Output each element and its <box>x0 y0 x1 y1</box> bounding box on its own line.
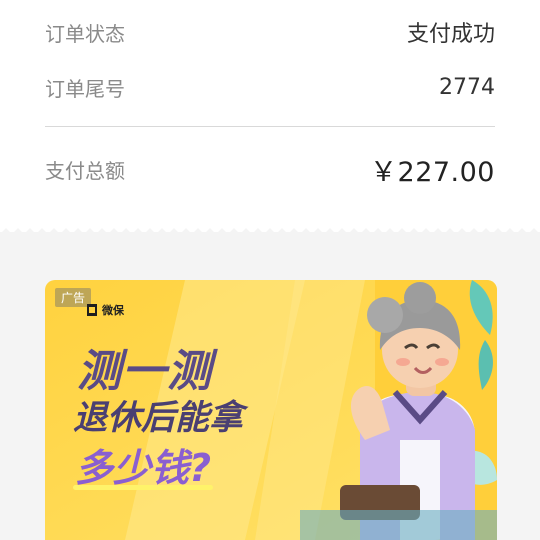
receipt-zigzag-edge <box>0 228 540 240</box>
ad-headline-3: 多少钱? <box>75 446 212 490</box>
order-info-card: 订单状态 支付成功 订单尾号 2774 支付总额 ￥227.00 <box>0 0 540 232</box>
brand: 微保 <box>85 302 124 318</box>
order-tail-row: 订单尾号 2774 <box>45 73 495 102</box>
ad-banner[interactable]: 广告 微保 测一测 退休后能拿 多少钱? <box>45 280 497 540</box>
ad-headline-2: 退休后能拿 <box>73 398 243 438</box>
order-tail-value: 2774 <box>439 75 495 100</box>
order-tail-label: 订单尾号 <box>45 77 125 101</box>
order-status-value: 支付成功 <box>406 22 495 47</box>
brand-name: 微保 <box>102 304 124 317</box>
elderly-woman-illustration <box>300 280 497 540</box>
headline-underline <box>73 485 213 490</box>
brand-logo-icon <box>87 304 97 316</box>
payment-total-row: 支付总额 ￥227.00 <box>45 150 495 189</box>
divider <box>45 126 495 127</box>
order-status-row: 订单状态 支付成功 <box>45 16 495 48</box>
order-status-label: 订单状态 <box>45 21 125 46</box>
payment-total-value: ￥227.00 <box>370 157 495 188</box>
payment-total-label: 支付总额 <box>45 159 125 183</box>
